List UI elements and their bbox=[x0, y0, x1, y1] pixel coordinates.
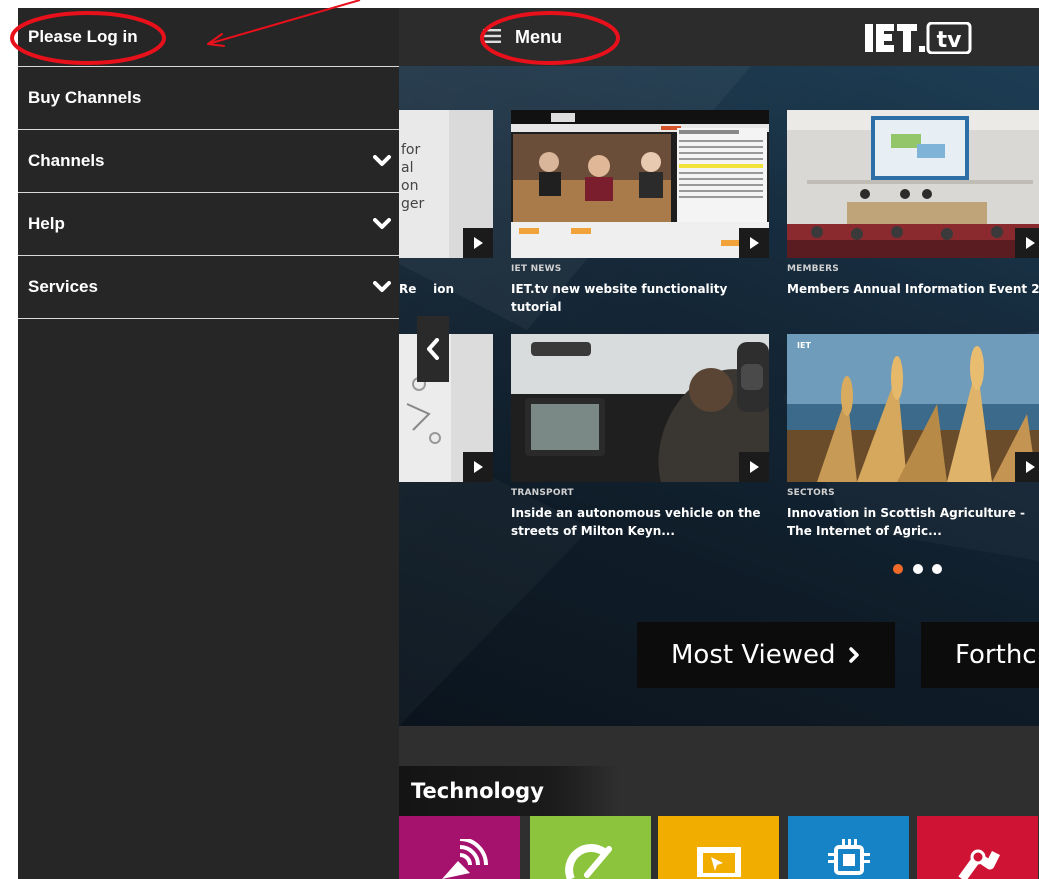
hamburger-icon bbox=[483, 27, 501, 48]
card-title[interactable]: Inside an autonomous vehicle on the stre… bbox=[511, 504, 769, 540]
buy-channels-label: Buy Channels bbox=[28, 88, 142, 107]
carousel-prev-button[interactable] bbox=[417, 316, 449, 382]
gauge-icon bbox=[564, 844, 612, 879]
partial-text: al bbox=[401, 160, 414, 176]
play-button[interactable] bbox=[739, 228, 769, 258]
help-label: Help bbox=[28, 214, 65, 233]
play-icon bbox=[1026, 237, 1035, 249]
tile-robot-arm[interactable] bbox=[917, 816, 1038, 879]
card-title[interactable]: Re ion bbox=[399, 280, 493, 298]
channels-menu-item[interactable]: Channels bbox=[18, 130, 399, 193]
forthcoming-label: Forthc bbox=[955, 640, 1037, 670]
play-button[interactable] bbox=[1015, 452, 1039, 482]
card-category: TRANSPORT bbox=[511, 488, 574, 498]
microchip-icon bbox=[827, 839, 870, 875]
play-button[interactable] bbox=[1015, 228, 1039, 258]
video-thumbnail[interactable] bbox=[787, 110, 1039, 258]
channels-label: Channels bbox=[28, 151, 105, 170]
page-content: Menu tv for al on ger Re ion IET NEWS IE… bbox=[399, 8, 1039, 879]
buy-channels-link[interactable]: Buy Channels bbox=[18, 67, 399, 130]
section-heading: Technology bbox=[399, 766, 619, 816]
most-viewed-tab[interactable]: Most Viewed bbox=[637, 622, 895, 688]
top-bar: Menu tv bbox=[399, 8, 1039, 66]
satellite-dish-icon bbox=[441, 839, 488, 879]
services-label: Services bbox=[28, 277, 98, 296]
featured-carousel: for al on ger Re ion IET NEWS IET.tv new… bbox=[399, 66, 1039, 726]
tile-gauge[interactable] bbox=[530, 816, 651, 879]
login-link-label: Please Log in bbox=[28, 27, 138, 46]
help-menu-item[interactable]: Help bbox=[18, 193, 399, 256]
partial-text: for bbox=[401, 142, 421, 158]
chevron-down-icon[interactable] bbox=[365, 218, 399, 230]
tile-presentation[interactable] bbox=[658, 816, 779, 879]
play-icon bbox=[474, 461, 483, 473]
svg-text:IET: IET bbox=[797, 341, 811, 350]
technology-heading: Technology bbox=[411, 779, 544, 803]
login-link[interactable]: Please Log in bbox=[18, 8, 399, 67]
play-button[interactable] bbox=[739, 452, 769, 482]
card-title[interactable]: Members Annual Information Event 2018 bbox=[787, 280, 1039, 298]
services-menu-item[interactable]: Services bbox=[18, 256, 399, 319]
chevron-down-icon[interactable] bbox=[365, 281, 399, 293]
iet-tv-logo[interactable]: tv bbox=[865, 21, 977, 55]
video-thumbnail[interactable]: IET bbox=[787, 334, 1039, 482]
card-category: SECTORS bbox=[787, 488, 835, 498]
card-category: IET NEWS bbox=[511, 264, 562, 274]
menu-label: Menu bbox=[515, 26, 562, 47]
card-title[interactable]: IET.tv new website functionality tutoria… bbox=[511, 280, 769, 316]
play-icon bbox=[1026, 461, 1035, 473]
play-button[interactable] bbox=[463, 452, 493, 482]
video-thumbnail[interactable] bbox=[511, 334, 769, 482]
chevron-left-icon bbox=[427, 338, 439, 360]
side-drawer-menu: Please Log in Buy Channels Channels Help… bbox=[18, 8, 399, 879]
card-category: MEMBERS bbox=[787, 264, 839, 274]
play-icon bbox=[750, 461, 759, 473]
video-thumbnail[interactable]: for al on ger bbox=[399, 110, 493, 258]
carousel-dot-active[interactable] bbox=[893, 564, 903, 574]
play-icon bbox=[750, 237, 759, 249]
play-button[interactable] bbox=[463, 228, 493, 258]
chevron-right-icon bbox=[848, 647, 859, 663]
carousel-dot[interactable] bbox=[932, 564, 942, 574]
menu-button[interactable]: Menu bbox=[483, 18, 562, 56]
tile-microchip[interactable] bbox=[788, 816, 909, 879]
video-thumbnail[interactable] bbox=[511, 110, 769, 258]
play-icon bbox=[474, 237, 483, 249]
presentation-screen-icon bbox=[696, 847, 741, 877]
most-viewed-label: Most Viewed bbox=[671, 640, 836, 670]
partial-text: ger bbox=[401, 196, 425, 212]
tile-satellite[interactable] bbox=[399, 816, 520, 879]
forthcoming-tab[interactable]: Forthc bbox=[921, 622, 1039, 688]
partial-text: on bbox=[401, 178, 419, 194]
robot-arm-icon bbox=[957, 849, 1000, 879]
carousel-dot[interactable] bbox=[913, 564, 923, 574]
svg-text:tv: tv bbox=[937, 28, 963, 53]
card-title[interactable]: Innovation in Scottish Agriculture - The… bbox=[787, 504, 1039, 540]
chevron-down-icon[interactable] bbox=[365, 155, 399, 167]
